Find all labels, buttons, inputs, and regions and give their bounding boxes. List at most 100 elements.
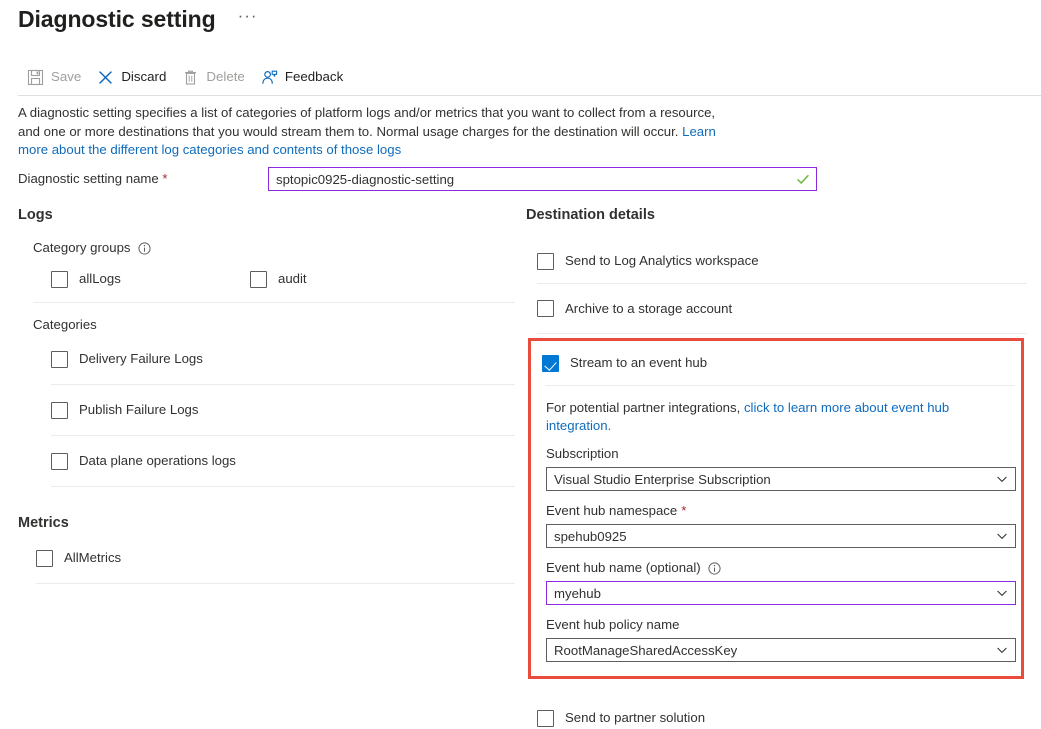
event-hub-name-value: myehub (554, 586, 601, 601)
metrics-list: AllMetrics (36, 533, 518, 584)
more-options-icon[interactable]: ··· (234, 8, 262, 30)
event-hub-highlight-panel: Stream to an event hub For potential par… (528, 338, 1024, 679)
event-hub-policy-name-dropdown[interactable]: RootManageSharedAccessKey (546, 638, 1016, 662)
category-groups-label: Category groups (33, 239, 518, 257)
event-hub-name-dropdown[interactable]: myehub (546, 581, 1016, 605)
destination-column: Destination details Send to Log Analytic… (526, 205, 1028, 729)
required-asterisk: * (162, 171, 167, 186)
logs-section-title: Logs (18, 205, 518, 225)
checkbox-box[interactable] (542, 355, 559, 372)
save-button[interactable]: Save (22, 66, 92, 88)
diagnostic-name-label: Diagnostic setting name * (18, 170, 268, 188)
checkbox-box[interactable] (537, 710, 554, 727)
checkbox-box[interactable] (51, 453, 68, 470)
checkbox-audit[interactable]: audit (250, 270, 307, 288)
checkbox-box[interactable] (36, 550, 53, 567)
event-hub-policy-name-label-text: Event hub policy name (546, 616, 679, 634)
chevron-down-icon (996, 530, 1008, 542)
checkbox-delivery-failure-logs[interactable]: Delivery Failure Logs (51, 350, 203, 368)
checkbox-allmetrics[interactable]: AllMetrics (36, 549, 121, 567)
discard-icon (97, 69, 114, 86)
toolbar-divider (18, 95, 1041, 96)
list-item: Publish Failure Logs (51, 385, 518, 435)
event-hub-note-text: For potential partner integrations, (546, 400, 744, 415)
event-hub-namespace-dropdown[interactable]: spehub0925 (546, 524, 1016, 548)
subscription-value: Visual Studio Enterprise Subscription (554, 472, 771, 487)
checkbox-label: AllMetrics (64, 549, 121, 567)
feedback-label: Feedback (285, 68, 343, 86)
required-asterisk: * (681, 502, 686, 520)
discard-button[interactable]: Discard (92, 66, 177, 88)
checkbox-label: audit (278, 270, 307, 288)
event-hub-namespace-value: spehub0925 (554, 529, 627, 544)
checkbox-box[interactable] (51, 271, 68, 288)
info-icon[interactable] (708, 562, 721, 575)
checkbox-box[interactable] (51, 402, 68, 419)
discard-label: Discard (121, 68, 166, 86)
divider (33, 302, 515, 303)
diagnostic-name-row: Diagnostic setting name * (18, 167, 817, 191)
checkbox-box[interactable] (537, 300, 554, 317)
divider (537, 333, 1027, 334)
checkbox-label: Publish Failure Logs (79, 401, 199, 419)
checkbox-label: Delivery Failure Logs (79, 350, 203, 368)
event-hub-note: For potential partner integrations, clic… (546, 386, 1011, 445)
divider (51, 486, 515, 487)
checkbox-label: Stream to an event hub (570, 354, 707, 372)
event-hub-body: For potential partner integrations, clic… (531, 386, 1021, 676)
event-hub-name-label: Event hub name (optional) (546, 559, 1011, 577)
valid-check-icon (796, 172, 810, 186)
subscription-label-text: Subscription (546, 445, 619, 463)
event-hub-policy-name-label: Event hub policy name (546, 616, 1011, 634)
page-header: Diagnostic setting ··· (18, 4, 262, 34)
chevron-down-icon (996, 473, 1008, 485)
destination-section-title: Destination details (526, 205, 1028, 225)
checkbox-label: Data plane operations logs (79, 452, 236, 470)
delete-button[interactable]: Delete (177, 66, 255, 88)
checkbox-box[interactable] (250, 271, 267, 288)
list-item: Send to partner solution (537, 679, 1028, 729)
divider (36, 583, 515, 584)
info-icon[interactable] (138, 242, 151, 255)
delete-icon (182, 69, 199, 86)
destination-list: Send to Log Analytics workspace Archive … (537, 239, 1028, 729)
subscription-dropdown[interactable]: Visual Studio Enterprise Subscription (546, 467, 1016, 491)
feedback-button[interactable]: Feedback (256, 66, 354, 88)
checkbox-stream-to-event-hub[interactable]: Stream to an event hub (542, 354, 707, 372)
subscription-label: Subscription (546, 445, 1011, 463)
diagnostic-setting-page: Diagnostic setting ··· Save Discard (0, 0, 1041, 729)
checkbox-label: Send to Log Analytics workspace (565, 252, 759, 270)
categories-label-text: Categories (33, 316, 97, 334)
page-title: Diagnostic setting (18, 4, 216, 34)
delete-label: Delete (206, 68, 244, 86)
checkbox-box[interactable] (537, 253, 554, 270)
checkbox-box[interactable] (51, 351, 68, 368)
description-text: A diagnostic setting specifies a list of… (18, 105, 715, 139)
checkbox-archive-to-storage[interactable]: Archive to a storage account (537, 300, 732, 318)
save-icon (27, 69, 44, 86)
checkbox-send-to-log-analytics[interactable]: Send to Log Analytics workspace (537, 252, 759, 270)
category-groups-label-text: Category groups (33, 239, 131, 257)
list-item: AllMetrics (36, 533, 518, 583)
event-hub-name-label-text: Event hub name (optional) (546, 559, 701, 577)
page-description: A diagnostic setting specifies a list of… (18, 104, 730, 160)
command-toolbar: Save Discard Delete (22, 63, 354, 91)
checkbox-alllogs[interactable]: allLogs (51, 270, 250, 288)
checkbox-data-plane-operations-logs[interactable]: Data plane operations logs (51, 452, 236, 470)
list-item: Archive to a storage account (537, 284, 1028, 333)
checkbox-send-to-partner-solution[interactable]: Send to partner solution (537, 709, 705, 727)
chevron-down-icon (996, 587, 1008, 599)
category-groups-row: allLogs audit (33, 270, 518, 288)
feedback-icon (261, 69, 278, 86)
diagnostic-name-field[interactable] (268, 167, 817, 191)
checkbox-label: Send to partner solution (565, 709, 705, 727)
checkbox-label: Archive to a storage account (565, 300, 732, 318)
metrics-section-title: Metrics (18, 513, 518, 533)
checkbox-publish-failure-logs[interactable]: Publish Failure Logs (51, 401, 199, 419)
diagnostic-name-input[interactable] (269, 168, 816, 190)
event-hub-header: Stream to an event hub (531, 341, 1021, 385)
chevron-down-icon (996, 644, 1008, 656)
categories-label: Categories (33, 316, 518, 334)
event-hub-policy-name-value: RootManageSharedAccessKey (554, 643, 737, 658)
list-item: Data plane operations logs (51, 436, 518, 486)
